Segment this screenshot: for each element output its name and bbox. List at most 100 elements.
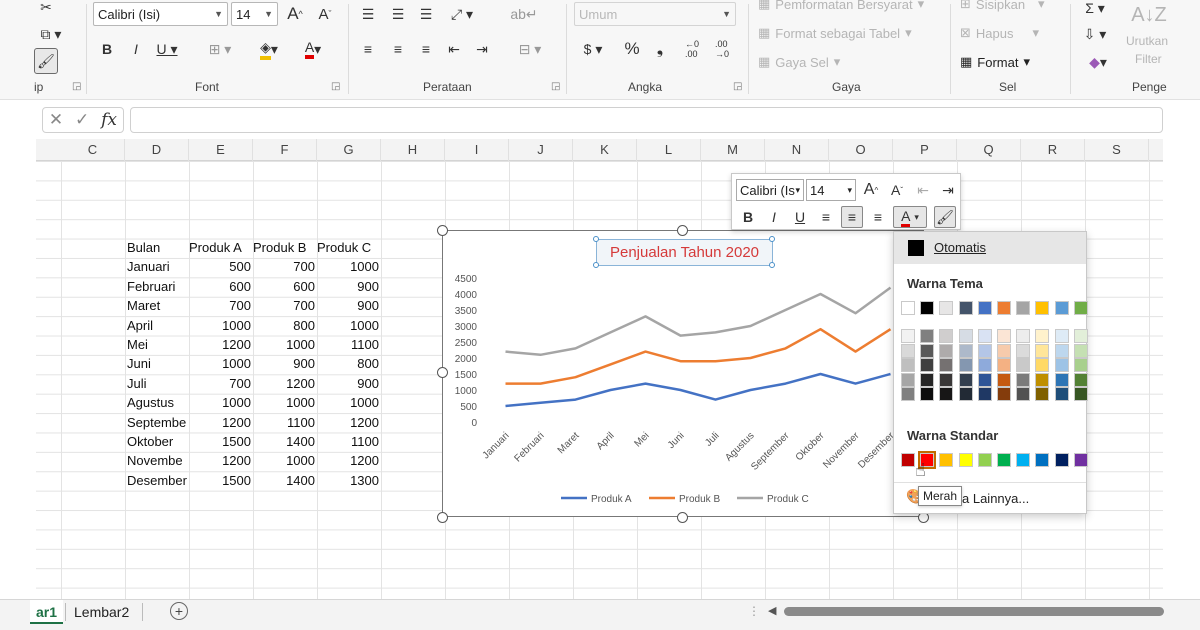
- fill-icon[interactable]: ⇩ ▾: [1080, 24, 1110, 44]
- mini-increase-font-icon[interactable]: A ^: [860, 179, 882, 201]
- theme-shade-swatch[interactable]: [939, 358, 954, 372]
- bold-button[interactable]: B: [97, 38, 117, 60]
- theme-shade-swatch[interactable]: [939, 343, 954, 358]
- table-cell[interactable]: Oktober: [127, 432, 189, 451]
- increase-font-icon[interactable]: A ^: [284, 2, 306, 26]
- table-cell[interactable]: 1200: [253, 374, 315, 393]
- mini-format-painter-icon[interactable]: 🖌: [934, 206, 956, 228]
- standard-color-swatch[interactable]: [997, 453, 1011, 467]
- column-header-k[interactable]: K: [573, 139, 637, 161]
- font-name-combo[interactable]: Calibri (Isi) ▼: [93, 2, 228, 26]
- standard-color-swatch[interactable]: [1073, 453, 1088, 467]
- column-header-r[interactable]: R: [1021, 139, 1085, 161]
- clear-icon[interactable]: ◆ ▾: [1080, 52, 1116, 72]
- theme-shade-swatch[interactable]: [1035, 372, 1050, 387]
- table-cell[interactable]: Maret: [127, 296, 189, 315]
- table-header-cell[interactable]: Produk B: [253, 238, 315, 257]
- mini-align-center-icon[interactable]: ≡: [841, 206, 863, 228]
- automatic-color-option[interactable]: Otomatis: [894, 232, 1086, 264]
- chart-area[interactable]: Penjualan Tahun 2020 4500 4000 3500 3000 250…: [442, 230, 924, 517]
- series-line-produk-c[interactable]: [505, 286, 892, 357]
- table-cell[interactable]: 1200: [189, 335, 251, 354]
- horizontal-scrollbar[interactable]: [784, 607, 1164, 616]
- increase-decimal-icon[interactable]: ←0.00: [680, 38, 704, 60]
- comma-icon[interactable]: ❟: [652, 38, 668, 60]
- theme-shade-swatch[interactable]: [1073, 343, 1088, 358]
- mini-italic-button[interactable]: I: [763, 206, 785, 228]
- theme-color-swatch[interactable]: [901, 301, 915, 315]
- increase-indent-icon[interactable]: ⇥: [472, 38, 492, 60]
- column-header-l[interactable]: L: [637, 139, 701, 161]
- orientation-icon[interactable]: ⤢ ▾: [444, 2, 480, 26]
- table-cell[interactable]: 1000: [189, 316, 251, 335]
- decrease-decimal-icon[interactable]: .00 →0: [710, 38, 734, 60]
- theme-shade-swatch[interactable]: [997, 387, 1011, 401]
- mini-font-name-combo[interactable]: Calibri (Is ▾: [736, 179, 804, 201]
- decrease-font-icon[interactable]: Aˇ: [314, 2, 336, 26]
- table-cell[interactable]: Februari: [127, 277, 189, 296]
- font-size-combo[interactable]: 14 ▼: [231, 2, 278, 26]
- font-launcher-icon[interactable]: ◲: [331, 81, 340, 92]
- sort-filter-icon[interactable]: A↓Z: [1131, 0, 1167, 30]
- merge-center-icon[interactable]: ⊟ ▾: [512, 38, 548, 60]
- table-cell[interactable]: 1500: [189, 471, 251, 490]
- currency-icon[interactable]: $ ▾: [575, 38, 611, 60]
- theme-shade-swatch[interactable]: [920, 358, 935, 372]
- standard-color-swatch[interactable]: [958, 453, 973, 467]
- column-header-d[interactable]: D: [125, 139, 189, 161]
- column-header-n[interactable]: N: [765, 139, 829, 161]
- table-cell[interactable]: 1400: [253, 432, 315, 451]
- theme-shade-swatch[interactable]: [1073, 387, 1088, 401]
- chart-resize-handle[interactable]: [677, 512, 688, 523]
- cut-icon[interactable]: ✂: [36, 0, 56, 15]
- table-cell[interactable]: 900: [317, 374, 379, 393]
- table-header-cell[interactable]: Produk C: [317, 238, 379, 257]
- table-cell[interactable]: 1200: [189, 413, 251, 432]
- theme-shade-swatch[interactable]: [1054, 329, 1069, 343]
- standard-color-swatch[interactable]: [901, 453, 915, 467]
- table-header-cell[interactable]: Produk A: [189, 238, 251, 257]
- enter-icon[interactable]: ✓: [75, 110, 89, 130]
- table-cell[interactable]: 1500: [189, 432, 251, 451]
- column-header-h[interactable]: H: [381, 139, 445, 161]
- theme-shade-swatch[interactable]: [977, 372, 992, 387]
- series-line-produk-b[interactable]: [505, 327, 892, 385]
- table-cell[interactable]: 600: [189, 277, 251, 296]
- theme-shade-swatch[interactable]: [977, 329, 992, 343]
- table-cell[interactable]: 1000: [317, 257, 379, 276]
- table-cell[interactable]: 700: [253, 257, 315, 276]
- table-cell[interactable]: 600: [253, 277, 315, 296]
- theme-shade-swatch[interactable]: [1035, 387, 1050, 401]
- theme-shade-swatch[interactable]: [920, 343, 935, 358]
- align-center-icon[interactable]: ≡: [388, 38, 408, 60]
- table-cell[interactable]: 1200: [189, 451, 251, 470]
- standard-color-swatch[interactable]: [1016, 453, 1031, 467]
- theme-shade-swatch[interactable]: [1054, 358, 1069, 372]
- add-sheet-button[interactable]: +: [170, 602, 188, 620]
- table-cell[interactable]: 1100: [317, 432, 379, 451]
- align-middle-icon[interactable]: ☰: [388, 2, 408, 26]
- theme-shade-swatch[interactable]: [997, 329, 1011, 343]
- cancel-icon[interactable]: ✕: [49, 110, 63, 130]
- column-header-p[interactable]: P: [893, 139, 957, 161]
- align-top-icon[interactable]: ☰: [358, 2, 378, 26]
- table-cell[interactable]: 1300: [317, 471, 379, 490]
- mini-align-left-icon[interactable]: ≡: [815, 206, 837, 228]
- align-bottom-icon[interactable]: ☰: [416, 2, 436, 26]
- standard-color-swatch[interactable]: [977, 453, 992, 467]
- table-cell[interactable]: Juni: [127, 354, 189, 373]
- theme-shade-swatch[interactable]: [997, 358, 1011, 372]
- theme-shade-swatch[interactable]: [977, 358, 992, 372]
- table-cell[interactable]: 800: [253, 316, 315, 335]
- theme-shade-swatch[interactable]: [1016, 343, 1031, 358]
- mini-font-size-combo[interactable]: 14 ▾: [806, 179, 856, 201]
- column-header-g[interactable]: G: [317, 139, 381, 161]
- theme-shade-swatch[interactable]: [958, 372, 973, 387]
- column-header-o[interactable]: O: [829, 139, 893, 161]
- sheet-tab-lembar2[interactable]: Lembar2: [68, 600, 135, 624]
- theme-shade-swatch[interactable]: [997, 372, 1011, 387]
- table-cell[interactable]: April: [127, 316, 189, 335]
- chart-resize-handle[interactable]: [437, 225, 448, 236]
- theme-shade-swatch[interactable]: [1073, 372, 1088, 387]
- format-as-table-button[interactable]: ▦ Format sebagai Tabel ▾: [758, 25, 912, 41]
